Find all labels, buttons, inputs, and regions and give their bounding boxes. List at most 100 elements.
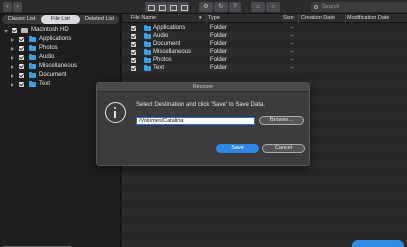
gear-icon[interactable]: ⚙ (199, 2, 213, 12)
column-header-file-name[interactable]: File Name (131, 14, 156, 23)
file-name: Photos (153, 57, 172, 63)
file-type: Folder (210, 49, 228, 55)
grid-view-icon[interactable] (167, 2, 178, 12)
checkbox-checked[interactable] (19, 64, 24, 69)
file-type: Folder (210, 25, 228, 31)
info-icon (105, 102, 126, 123)
table-header: File Name ▾ Type Size Creation Date Modi… (122, 14, 407, 23)
back-button[interactable]: ‹ (3, 2, 12, 12)
row-checkbox[interactable] (131, 25, 136, 31)
folder-icon (144, 40, 151, 47)
column-header-modification-date[interactable]: Modification Date (347, 14, 390, 23)
file-size: -- (290, 65, 294, 71)
folder-icon (29, 45, 36, 51)
recover-button[interactable] (352, 240, 404, 247)
checkbox-checked[interactable] (19, 82, 24, 87)
file-name: Text (153, 65, 165, 71)
toolbar: ‹ › ⚙ ↻ ? ⌂ ○ Search (0, 0, 407, 14)
forward-button[interactable]: › (13, 2, 22, 12)
column-header-type[interactable]: Type (208, 14, 220, 23)
tree-item-label: Text (39, 81, 51, 87)
account-icon[interactable]: ○ (266, 2, 280, 12)
disclosure-closed-icon[interactable] (11, 83, 14, 87)
help-button[interactable]: ? (229, 2, 241, 12)
folder-icon (144, 48, 151, 55)
disclosure-closed-icon[interactable] (11, 65, 14, 69)
tree-item-photos[interactable]: Photos (0, 44, 120, 53)
file-name: Audio (153, 33, 169, 39)
tree-item-label: Applications (39, 36, 72, 42)
column-header-size[interactable]: Size (283, 14, 294, 23)
file-size: -- (290, 57, 294, 63)
tree-item-miscellaneous[interactable]: Miscellaneous (0, 62, 120, 71)
checkbox-checked[interactable] (19, 73, 24, 78)
table-row[interactable]: Document Folder -- (122, 40, 407, 48)
list-mode-tabs: Classic List File List Deleted List (2, 15, 119, 24)
table-row[interactable]: Miscellaneous Folder -- (122, 48, 407, 56)
checkbox-checked[interactable] (19, 46, 24, 51)
cart-icon[interactable]: ⌂ (251, 2, 265, 12)
table-row[interactable]: Audio Folder -- (122, 32, 407, 40)
file-size: -- (290, 33, 294, 39)
tree-item-macintosh-hd[interactable]: Macintosh HD (0, 26, 120, 35)
disclosure-closed-icon[interactable] (11, 56, 14, 60)
dialog-message: Select Destination and click 'Save' to S… (136, 102, 266, 108)
disclosure-open-icon[interactable] (4, 30, 8, 33)
tab-classic-list[interactable]: Classic List (2, 15, 41, 24)
tree-item-document[interactable]: Document (0, 71, 120, 80)
folder-icon (144, 32, 151, 39)
disclosure-closed-icon[interactable] (11, 74, 14, 78)
row-checkbox[interactable] (131, 65, 136, 71)
view-mode-group[interactable] (145, 2, 189, 12)
file-size: -- (290, 41, 294, 47)
row-checkbox[interactable] (131, 49, 136, 55)
file-name: Applications (153, 25, 186, 31)
save-button[interactable]: Save (216, 144, 259, 153)
file-size: -- (290, 49, 294, 55)
checkbox-checked[interactable] (12, 28, 17, 33)
tree-item-label: Macintosh HD (31, 27, 69, 33)
table-row[interactable]: Applications Folder -- (122, 24, 407, 32)
row-checkbox[interactable] (131, 33, 136, 39)
drive-icon (21, 28, 28, 33)
tree-item-applications[interactable]: Applications (0, 35, 120, 44)
browse-button[interactable]: Browse... (259, 116, 304, 125)
column-divider (206, 14, 207, 23)
column-header-creation-date[interactable]: Creation Date (301, 14, 335, 23)
refresh-icon[interactable]: ↻ (214, 2, 228, 12)
tab-deleted-list[interactable]: Deleted List (80, 15, 119, 24)
folder-icon (29, 54, 36, 60)
search-placeholder: Search (322, 4, 340, 10)
info-icon-bar (114, 111, 116, 118)
table-row[interactable]: Text Folder -- (122, 64, 407, 72)
folder-icon (144, 24, 151, 31)
disclosure-closed-icon[interactable] (11, 38, 14, 42)
tree-item-audio[interactable]: Audio (0, 53, 120, 62)
checkbox-checked[interactable] (19, 55, 24, 60)
row-checkbox[interactable] (131, 57, 136, 63)
cancel-button[interactable]: Cancel (262, 144, 305, 153)
folder-icon (144, 64, 151, 71)
info-icon-dot (114, 107, 116, 109)
tree-item-label: Document (39, 72, 67, 78)
tree-item-label: Audio (39, 54, 55, 60)
tree-item-label: Photos (39, 45, 58, 51)
folder-icon (144, 56, 151, 63)
folder-icon (29, 36, 36, 42)
destination-path-input[interactable]: /Volumes/Catalina (136, 117, 255, 125)
table-row[interactable]: Photos Folder -- (122, 56, 407, 64)
file-size: -- (290, 25, 294, 31)
column-divider (298, 14, 299, 23)
row-checkbox[interactable] (131, 41, 136, 47)
tab-file-list[interactable]: File List (41, 15, 80, 24)
disclosure-closed-icon[interactable] (11, 47, 14, 51)
column-view-icon[interactable] (156, 2, 167, 12)
checkbox-checked[interactable] (19, 37, 24, 42)
sort-down-icon[interactable]: ▾ (199, 14, 202, 23)
file-name: Miscellaneous (153, 49, 192, 55)
search-input[interactable]: Search (311, 2, 407, 12)
folder-icon (29, 63, 36, 69)
list-view-icon[interactable] (145, 2, 156, 12)
search-icon (314, 5, 318, 9)
preview-view-icon[interactable] (178, 2, 189, 12)
